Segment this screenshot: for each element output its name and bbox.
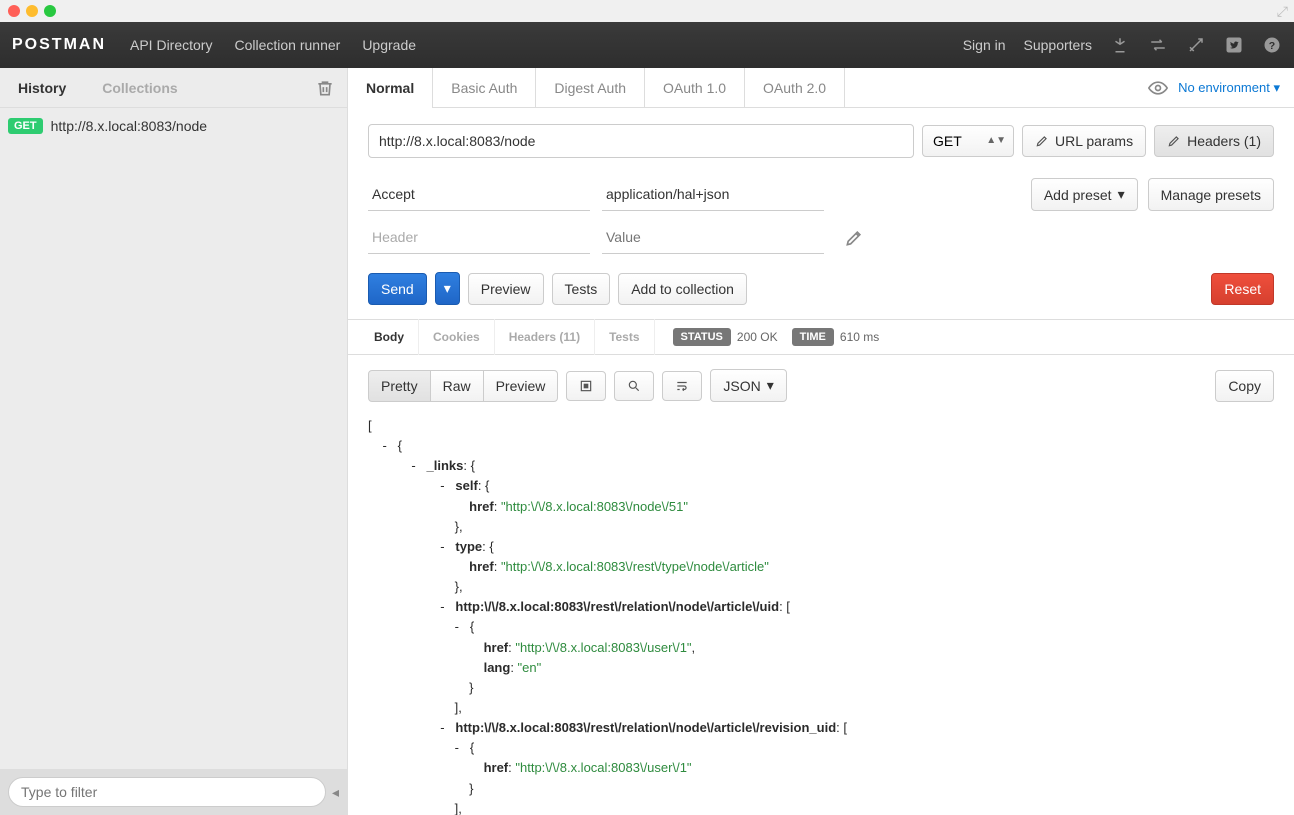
response-tab-cookies[interactable]: Cookies [419,319,495,355]
auth-tab-normal[interactable]: Normal [348,68,433,108]
header-value-input[interactable] [602,178,824,211]
history-item-url: http://8.x.local:8083/node [51,118,207,134]
manage-presets-button[interactable]: Manage presets [1148,178,1274,211]
add-preset-button[interactable]: Add preset ▾ [1031,178,1138,211]
brand-logo: POSTMAN [12,36,106,54]
chevron-down-icon: ▾ [1118,186,1125,203]
environment-quicklook-icon[interactable] [1148,81,1168,95]
environment-selector[interactable]: No environment ▾ [1178,80,1280,96]
wrap-icon [675,379,689,393]
line-wrap-button[interactable] [662,371,702,401]
help-icon[interactable]: ? [1262,35,1282,55]
view-pretty-button[interactable]: Pretty [368,370,431,402]
response-tab-tests[interactable]: Tests [595,319,654,355]
collapse-sidebar-icon[interactable]: ◂ [332,784,339,801]
filter-input[interactable] [8,777,326,807]
bulk-edit-icon[interactable] [844,228,864,248]
header-key-input-blank[interactable] [368,221,590,254]
header-key-input[interactable] [368,178,590,211]
response-format-select[interactable]: JSON ▾ [710,369,786,402]
tests-button[interactable]: Tests [552,273,611,305]
url-params-button[interactable]: URL params [1022,125,1146,157]
sidebar-tab-history[interactable]: History [0,68,84,108]
http-method-select[interactable]: GET [922,125,1014,157]
method-badge: GET [8,118,43,134]
mac-window-controls: ⤢ [0,0,1294,22]
send-dropdown-button[interactable]: ▾ [435,272,460,305]
auth-tab-basic[interactable]: Basic Auth [433,68,536,108]
settings-icon[interactable] [1186,35,1206,55]
history-item[interactable]: GET http://8.x.local:8083/node [0,108,347,144]
headers-button[interactable]: Headers (1) [1154,125,1274,157]
auth-tab-digest[interactable]: Digest Auth [536,68,645,108]
nav-api-directory[interactable]: API Directory [130,37,212,53]
zoom-window-icon[interactable] [44,5,56,17]
trash-icon[interactable] [315,78,335,98]
reset-button[interactable]: Reset [1211,273,1274,305]
view-raw-button[interactable]: Raw [430,370,484,402]
nav-signin[interactable]: Sign in [963,37,1006,53]
auth-tab-oauth1[interactable]: OAuth 1.0 [645,68,745,108]
response-body[interactable]: [ - { - _links: { - self: { href: "http:… [348,416,1294,815]
copy-response-button[interactable]: Copy [1215,370,1274,402]
search-response-button[interactable] [614,371,654,401]
topbar: POSTMAN API Directory Collection runner … [0,22,1294,68]
twitter-icon[interactable] [1224,35,1244,55]
toggle-wrap-button[interactable] [566,371,606,401]
edit-icon [1167,134,1181,148]
chevron-down-icon: ▾ [767,377,774,394]
time-label: TIME [792,328,834,346]
auth-tabs: Normal Basic Auth Digest Auth OAuth 1.0 … [348,68,1294,108]
status-value: 200 OK [737,330,778,344]
sidebar: History Collections GET http://8.x.local… [0,68,348,815]
preview-button[interactable]: Preview [468,273,544,305]
close-window-icon[interactable] [8,5,20,17]
status-label: STATUS [673,328,731,346]
time-value: 610 ms [840,330,879,344]
auth-tab-oauth2[interactable]: OAuth 2.0 [745,68,845,108]
view-preview-button[interactable]: Preview [483,370,559,402]
expand-icon[interactable]: ⤢ [1277,3,1288,20]
collapse-icon [579,379,593,393]
send-button[interactable]: Send [368,273,427,305]
request-url-input[interactable] [368,124,914,158]
add-to-collection-button[interactable]: Add to collection [618,273,747,305]
svg-text:?: ? [1269,40,1275,52]
interceptor-icon[interactable] [1110,35,1130,55]
sidebar-tab-collections[interactable]: Collections [84,68,195,108]
minimize-window-icon[interactable] [26,5,38,17]
nav-supporters[interactable]: Supporters [1024,37,1092,53]
search-icon [627,379,641,393]
header-value-input-blank[interactable] [602,221,824,254]
edit-icon [1035,134,1049,148]
sync-icon[interactable] [1148,35,1168,55]
nav-upgrade[interactable]: Upgrade [362,37,416,53]
response-tab-body[interactable]: Body [360,319,419,355]
nav-collection-runner[interactable]: Collection runner [234,37,340,53]
response-tab-headers[interactable]: Headers (11) [495,319,595,355]
